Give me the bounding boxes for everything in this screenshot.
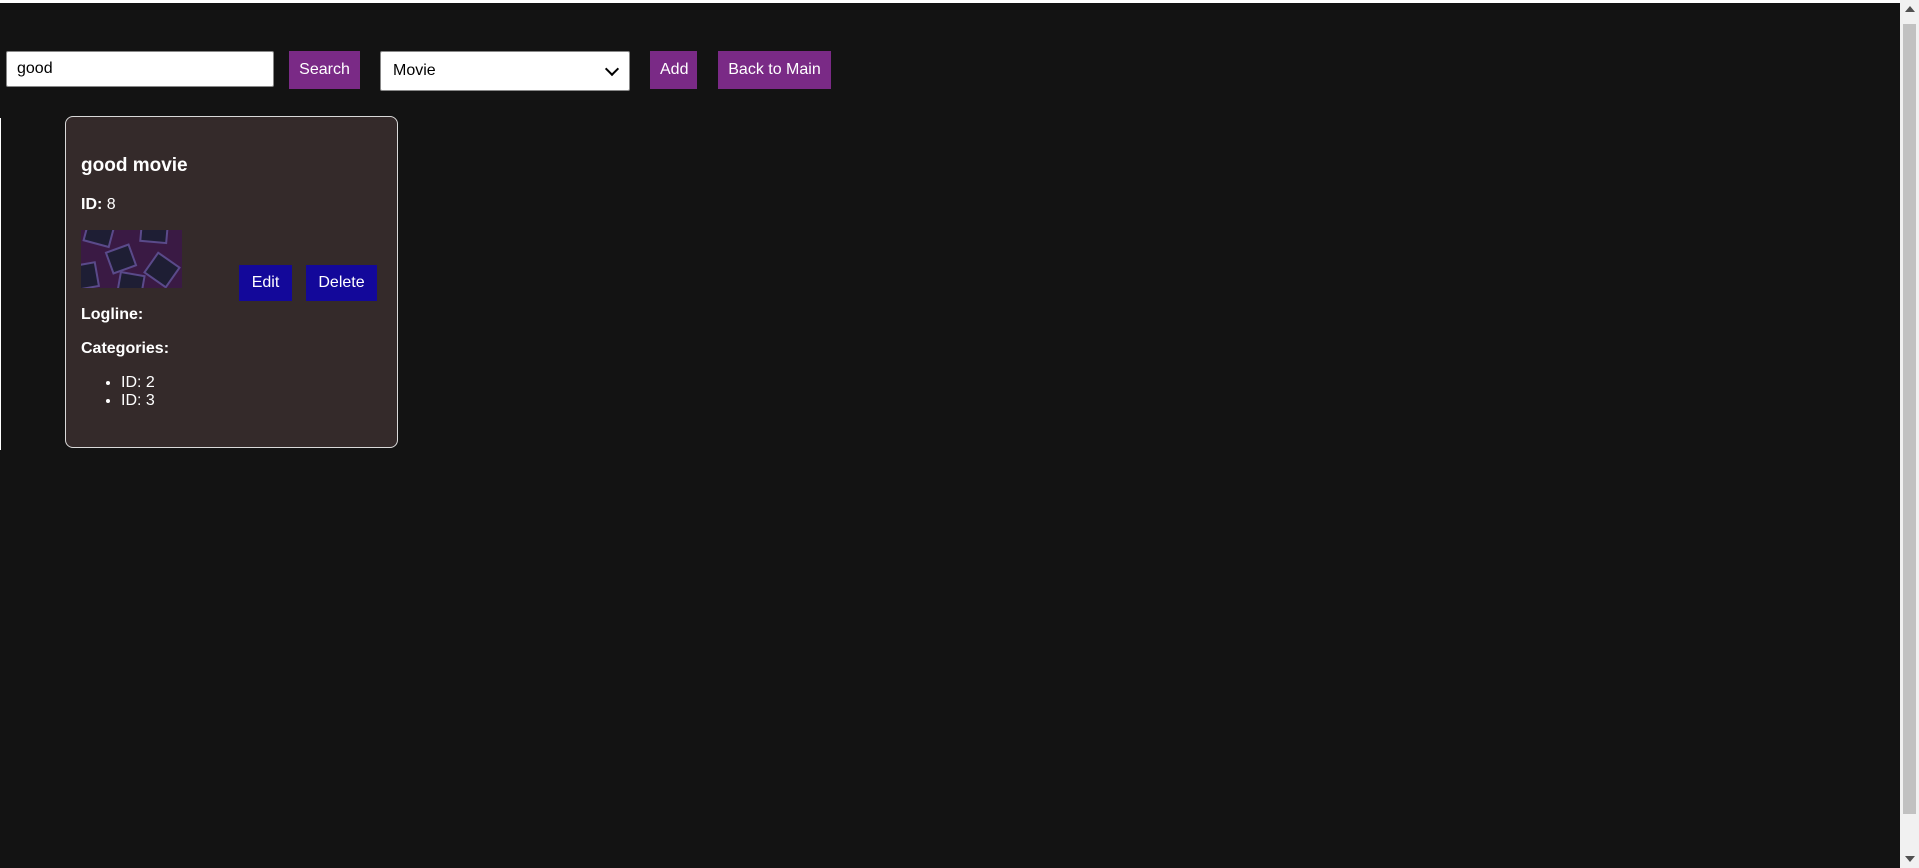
- scroll-up-arrow-icon[interactable]: [1905, 6, 1915, 12]
- category-item: ID: 3: [121, 392, 155, 410]
- delete-button[interactable]: Delete: [306, 265, 377, 301]
- logline-label: Logline:: [81, 306, 144, 323]
- chevron-down-icon: [604, 61, 620, 77]
- type-select-value: Movie: [393, 62, 436, 79]
- back-to-main-button[interactable]: Back to Main: [718, 51, 831, 89]
- vertical-scrollbar[interactable]: [1900, 0, 1919, 868]
- scroll-down-arrow-icon[interactable]: [1905, 856, 1915, 862]
- card-id-label: ID:: [81, 196, 103, 213]
- categories-list: ID: 2 ID: 3: [81, 374, 155, 410]
- card-title: good movie: [81, 155, 188, 176]
- search-input[interactable]: [6, 51, 274, 87]
- movie-card: good movie ID: 8 Edit Delete Logline: Ca…: [65, 116, 398, 448]
- edit-button[interactable]: Edit: [239, 265, 292, 301]
- add-button[interactable]: Add: [650, 51, 697, 89]
- card-thumbnail-image: [81, 230, 182, 288]
- card-id: ID: 8: [81, 196, 116, 214]
- page: Search Movie Add Back to Main good movie…: [0, 3, 1900, 868]
- search-button[interactable]: Search: [289, 51, 360, 89]
- type-select[interactable]: Movie: [380, 51, 630, 91]
- card-id-value: 8: [106, 196, 116, 213]
- categories-label: Categories:: [81, 340, 170, 357]
- previous-card-edge: [0, 118, 1, 450]
- scrollbar-thumb[interactable]: [1903, 24, 1916, 814]
- category-item: ID: 2: [121, 374, 155, 392]
